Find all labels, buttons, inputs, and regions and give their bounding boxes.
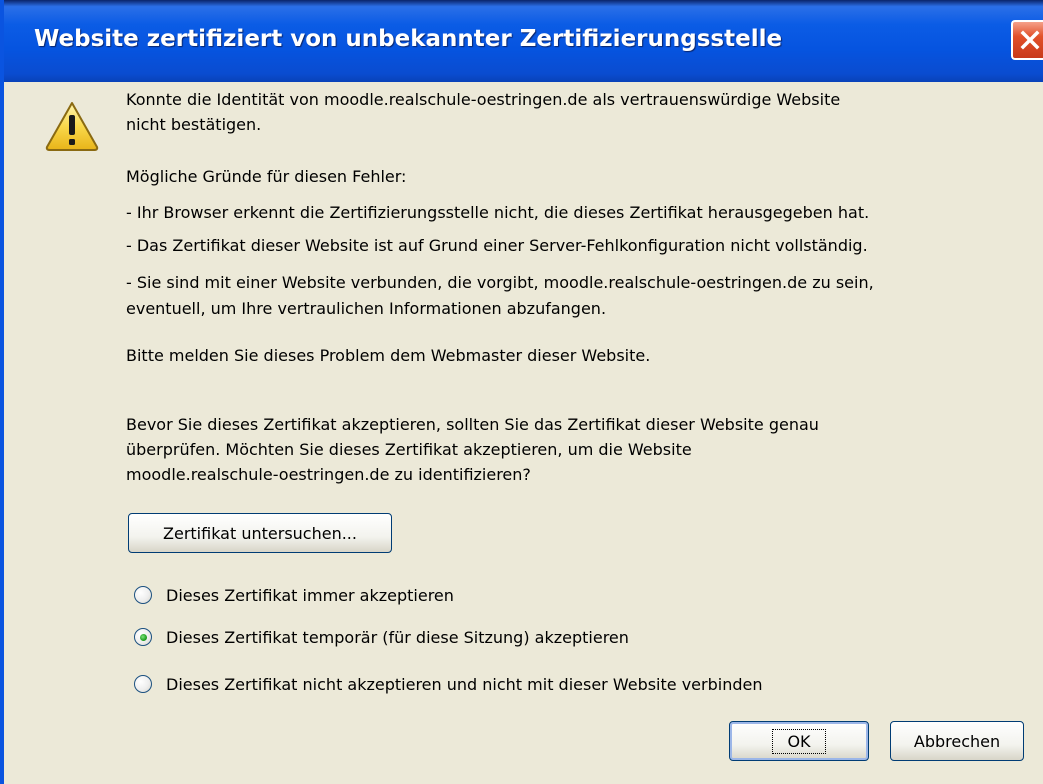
examine-certificate-button[interactable]: Zertifikat untersuchen... [128,513,392,553]
radio-reject[interactable] [134,675,152,693]
option-label[interactable]: Dieses Zertifikat nicht akzeptieren und … [166,675,762,694]
option-temporary-accept[interactable]: Dieses Zertifikat temporär (für diese Si… [134,625,629,649]
intro-line-1: Konnte die Identität von moodle.realschu… [126,90,841,109]
intro-line-2: nicht bestätigen. [126,115,262,134]
reason-3-line-2: eventuell, um Ihre vertraulichen Informa… [126,299,607,318]
certificate-dialog: Website zertifiziert von unbekannter Zer… [0,0,1043,784]
option-label[interactable]: Dieses Zertifikat temporär (für diese Si… [166,628,629,647]
ok-button[interactable]: OK [729,721,869,761]
report-text: Bitte melden Sie dieses Problem dem Webm… [126,346,651,365]
dialog-title: Website zertifiziert von unbekannter Zer… [34,26,783,52]
title-bar[interactable]: Website zertifiziert von unbekannter Zer… [4,0,1043,82]
option-label[interactable]: Dieses Zertifikat immer akzeptieren [166,586,454,605]
option-reject[interactable]: Dieses Zertifikat nicht akzeptieren und … [134,672,762,696]
ok-button-label: OK [772,728,826,754]
question-line-3: moodle.realschule-oestringen.de zu ident… [126,465,531,484]
reason-3-line-1: - Sie sind mit einer Website verbunden, … [126,273,874,292]
reason-2: - Das Zertifikat dieser Website ist auf … [126,236,868,255]
radio-temporary-accept[interactable] [134,628,152,646]
question-line-2: überprüfen. Möchten Sie dieses Zertifika… [126,440,692,459]
question-line-1: Bevor Sie dieses Zertifikat akzeptieren,… [126,415,819,434]
reason-1: - Ihr Browser erkennt die Zertifizierung… [126,203,870,222]
radio-always-accept[interactable] [134,586,152,604]
option-always-accept[interactable]: Dieses Zertifikat immer akzeptieren [134,583,454,607]
reasons-heading: Mögliche Gründe für diesen Fehler: [126,167,407,186]
close-icon [1020,30,1040,50]
cancel-button[interactable]: Abbrechen [890,721,1024,761]
close-button[interactable] [1011,20,1043,60]
warning-icon [45,102,99,151]
